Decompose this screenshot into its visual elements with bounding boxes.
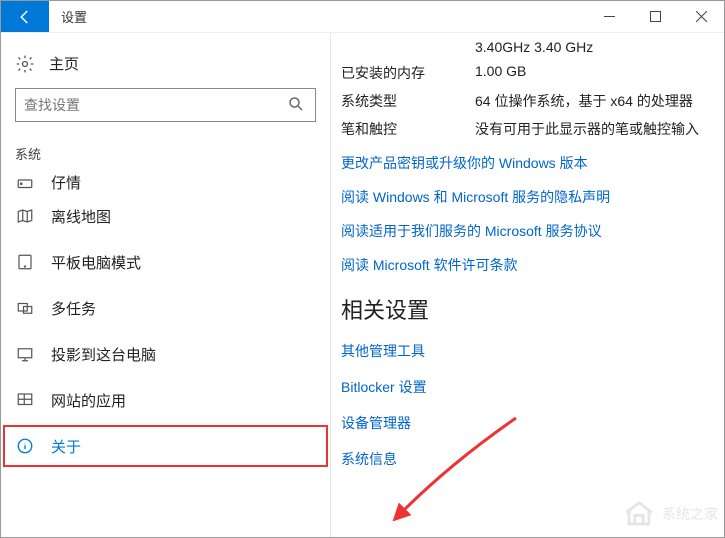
sidebar-item-storage[interactable]: 仔情 (1, 167, 330, 193)
link-list: 更改产品密钥或升级你的 Windows 版本 阅读 Windows 和 Micr… (341, 153, 714, 275)
link-services-agreement[interactable]: 阅读适用于我们服务的 Microsoft 服务协议 (341, 221, 714, 241)
spec-row: 笔和触控 没有可用于此显示器的笔或触控输入 (341, 119, 714, 139)
sidebar: 主页 系统 仔情 离线地图 平板电脑模式 (1, 33, 331, 537)
link-privacy-statement[interactable]: 阅读 Windows 和 Microsoft 服务的隐私声明 (341, 187, 714, 207)
link-device-manager[interactable]: 设备管理器 (341, 413, 714, 433)
spec-row: 已安装的内存 1.00 GB (341, 63, 714, 83)
sidebar-item-label: 网站的应用 (51, 390, 126, 411)
spec-row: 3.40GHz 3.40 GHz (341, 39, 714, 55)
close-button[interactable] (678, 1, 724, 32)
spec-key: 笔和触控 (341, 119, 451, 139)
sidebar-home-label: 主页 (49, 53, 79, 74)
sidebar-item-apps-for-websites[interactable]: 网站的应用 (1, 377, 330, 423)
spec-val: 64 位操作系统，基于 x64 的处理器 (451, 91, 714, 111)
link-bitlocker[interactable]: Bitlocker 设置 (341, 377, 714, 397)
storage-icon (15, 173, 35, 193)
related-settings-heading: 相关设置 (341, 293, 714, 325)
spec-val: 1.00 GB (451, 63, 714, 83)
sidebar-section-label: 系统 (1, 136, 330, 167)
sidebar-item-label: 平板电脑模式 (51, 252, 141, 273)
sidebar-item-multitasking[interactable]: 多任务 (1, 285, 330, 331)
maximize-button[interactable] (632, 1, 678, 32)
search-input[interactable] (15, 88, 316, 122)
search-field[interactable] (24, 97, 287, 113)
sidebar-home[interactable]: 主页 (1, 47, 330, 88)
spec-key: 系统类型 (341, 91, 451, 111)
window-title: 设置 (49, 1, 99, 32)
multitask-icon (15, 298, 35, 318)
sidebar-item-label: 多任务 (51, 298, 96, 319)
search-icon (287, 95, 307, 115)
info-icon (15, 436, 35, 456)
link-system-info[interactable]: 系统信息 (341, 449, 714, 469)
sidebar-item-label: 投影到这台电脑 (51, 344, 156, 365)
main-panel: 3.40GHz 3.40 GHz 已安装的内存 1.00 GB 系统类型 64 … (331, 33, 724, 537)
link-license-terms[interactable]: 阅读 Microsoft 软件许可条款 (341, 255, 714, 275)
tablet-icon (15, 252, 35, 272)
spec-row: 系统类型 64 位操作系统，基于 x64 的处理器 (341, 91, 714, 111)
link-change-product-key[interactable]: 更改产品密钥或升级你的 Windows 版本 (341, 153, 714, 173)
sidebar-item-label: 离线地图 (51, 206, 111, 227)
minimize-button[interactable] (586, 1, 632, 32)
spec-key (341, 39, 451, 55)
sidebar-item-projecting[interactable]: 投影到这台电脑 (1, 331, 330, 377)
link-admin-tools[interactable]: 其他管理工具 (341, 341, 714, 361)
gear-icon (15, 54, 35, 74)
sidebar-item-about[interactable]: 关于 (1, 423, 330, 469)
titlebar: 设置 (1, 1, 724, 33)
apps-icon (15, 390, 35, 410)
project-icon (15, 344, 35, 364)
spec-key: 已安装的内存 (341, 63, 451, 83)
sidebar-item-offline-maps[interactable]: 离线地图 (1, 193, 330, 239)
map-icon (15, 206, 35, 226)
sidebar-item-label: 关于 (51, 436, 81, 457)
spec-val: 3.40GHz 3.40 GHz (451, 39, 714, 55)
back-button[interactable] (1, 1, 49, 32)
spec-val: 没有可用于此显示器的笔或触控输入 (451, 119, 714, 139)
sidebar-item-tablet-mode[interactable]: 平板电脑模式 (1, 239, 330, 285)
sidebar-item-label: 仔情 (51, 172, 81, 193)
sidebar-nav: 仔情 离线地图 平板电脑模式 多任务 投影到这台电脑 网站的应用 (1, 167, 330, 469)
